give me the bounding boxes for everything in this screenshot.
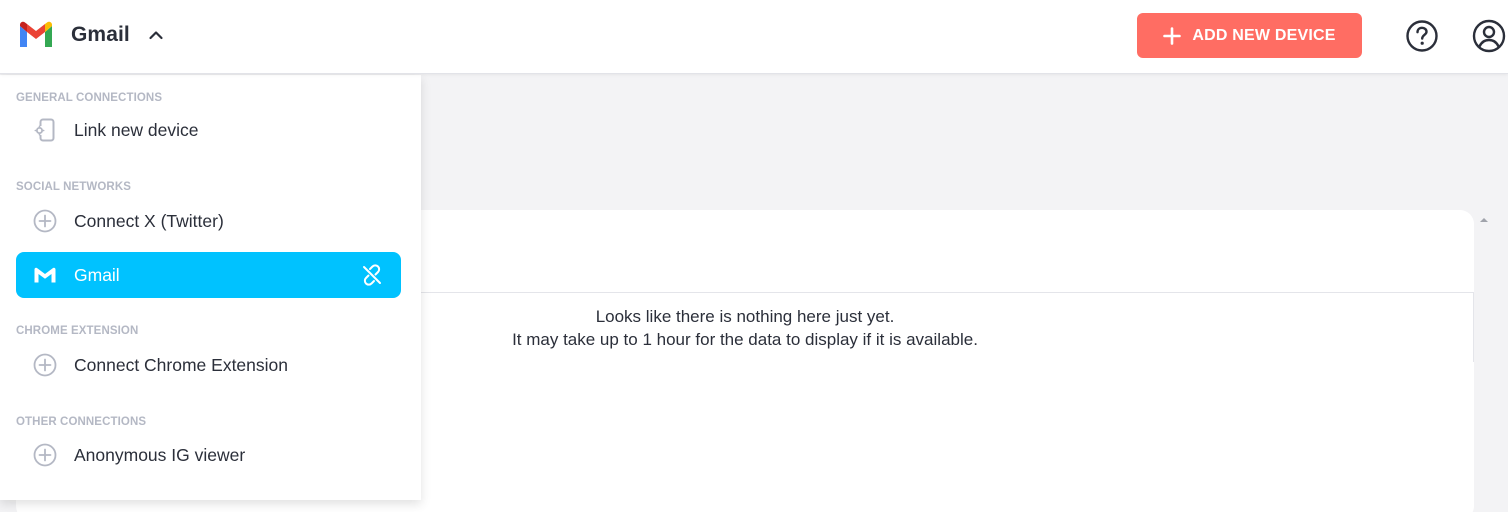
account-circle-icon[interactable]	[1471, 18, 1507, 54]
top-header: Gmail ADD NEW DEVICE	[0, 0, 1508, 74]
menu-item-connect-x[interactable]: Connect X (Twitter)	[16, 198, 401, 244]
section-title-social: SOCIAL NETWORKS	[16, 181, 132, 193]
section-title-general: GENERAL CONNECTIONS	[16, 92, 163, 104]
menu-item-anonymous-ig-viewer[interactable]: Anonymous IG viewer	[16, 432, 401, 478]
gmail-logo-icon	[20, 21, 52, 47]
menu-item-label: Gmail	[74, 265, 120, 285]
menu-item-label: Anonymous IG viewer	[74, 445, 246, 465]
phone-settings-icon	[34, 118, 55, 142]
chevron-up-icon	[149, 31, 163, 40]
menu-item-gmail[interactable]: Gmail	[16, 252, 401, 298]
gmail-icon	[34, 267, 56, 283]
menu-item-link-new-device[interactable]: Link new device	[16, 107, 401, 153]
add-new-device-button[interactable]: ADD NEW DEVICE	[1137, 13, 1362, 58]
plus-circle-icon	[33, 443, 57, 467]
menu-item-label: Connect Chrome Extension	[74, 355, 288, 375]
connections-dropdown: GENERAL CONNECTIONS Link new device SOCI…	[0, 75, 421, 500]
plus-circle-icon	[33, 209, 57, 233]
account-switcher[interactable]: Gmail	[18, 20, 164, 50]
add-new-device-label: ADD NEW DEVICE	[1192, 26, 1336, 44]
plus-circle-icon	[33, 353, 57, 377]
section-title-other: OTHER CONNECTIONS	[16, 416, 147, 428]
scroll-up-arrow-icon[interactable]	[1478, 214, 1490, 226]
menu-item-connect-chrome-extension[interactable]: Connect Chrome Extension	[16, 342, 401, 388]
help-circle-icon[interactable]	[1405, 19, 1439, 53]
unlink-icon[interactable]	[361, 264, 383, 286]
menu-item-label: Link new device	[74, 120, 199, 140]
section-title-chrome: CHROME EXTENSION	[16, 325, 139, 337]
plus-icon	[1163, 26, 1182, 45]
app-name: Gmail	[71, 23, 130, 46]
menu-item-label: Connect X (Twitter)	[74, 211, 224, 231]
